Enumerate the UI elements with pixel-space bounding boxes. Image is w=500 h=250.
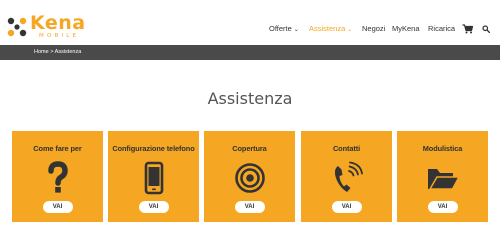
breadcrumb: Home > Assistenza bbox=[34, 49, 81, 55]
card-contatti[interactable]: Contatti VAI bbox=[301, 131, 392, 222]
nav-item-negozi[interactable]: Negozi bbox=[362, 24, 385, 33]
vai-button[interactable]: VAI bbox=[234, 201, 265, 213]
chevron-down-icon: ⌄ bbox=[293, 27, 299, 33]
search-icon[interactable] bbox=[482, 25, 490, 33]
cart-icon[interactable] bbox=[462, 24, 473, 34]
logo-wordmark: Kena bbox=[30, 12, 86, 34]
nav-item-label: Assistenza bbox=[309, 24, 346, 33]
nav-item-label: MyKena bbox=[392, 24, 420, 33]
nav-item-ricarica[interactable]: Ricarica bbox=[428, 24, 455, 33]
card-copertura[interactable]: Copertura VAI bbox=[204, 131, 295, 222]
folder-open-icon bbox=[427, 169, 460, 190]
nav-item-label: Negozi bbox=[362, 24, 386, 33]
nav-item-label: Ricarica bbox=[428, 24, 456, 33]
header: Kena MOBILE Offerte ⌄ Assistenza ⌄ Negozi … bbox=[0, 0, 500, 45]
breadcrumb-current: Assistenza bbox=[54, 49, 82, 55]
vai-button[interactable]: VAI bbox=[42, 201, 73, 213]
breadcrumb-bar: Home > Assistenza bbox=[0, 45, 500, 60]
kena-logo[interactable]: Kena MOBILE bbox=[6, 12, 96, 42]
phone-call-icon bbox=[334, 161, 363, 192]
card-title: Configurazione telefono bbox=[112, 144, 195, 153]
card-title: Come fare per bbox=[33, 144, 82, 153]
nav-item-assistenza[interactable]: Assistenza ⌄ bbox=[309, 24, 352, 33]
question-icon bbox=[47, 161, 68, 193]
coverage-icon bbox=[234, 163, 265, 193]
nav-item-mykena[interactable]: MyKena bbox=[392, 24, 420, 33]
card-title: Contatti bbox=[332, 144, 361, 153]
logo-tagline: MOBILE bbox=[39, 33, 80, 39]
breadcrumb-home-link[interactable]: Home bbox=[34, 49, 49, 55]
vai-button[interactable]: VAI bbox=[138, 201, 169, 213]
phone-icon bbox=[144, 161, 163, 195]
card-modulistica[interactable]: Modulistica VAI bbox=[397, 131, 488, 222]
nav-item-label: Offerte bbox=[269, 24, 292, 33]
logo-mark-icon bbox=[7, 17, 27, 37]
vai-button[interactable]: VAI bbox=[427, 201, 458, 213]
vai-button[interactable]: VAI bbox=[331, 201, 362, 213]
chevron-down-icon: ⌄ bbox=[347, 27, 353, 33]
page-title: Assistenza bbox=[207, 89, 293, 108]
breadcrumb-separator: > bbox=[50, 49, 54, 55]
card-title: Copertura bbox=[232, 144, 267, 153]
card-configurazione-telefono[interactable]: Configurazione telefono VAI bbox=[108, 131, 199, 222]
card-title: Modulistica bbox=[422, 144, 463, 153]
card-come-fare-per[interactable]: Come fare per VAI bbox=[12, 131, 103, 222]
nav-item-offerte[interactable]: Offerte ⌄ bbox=[269, 24, 299, 33]
